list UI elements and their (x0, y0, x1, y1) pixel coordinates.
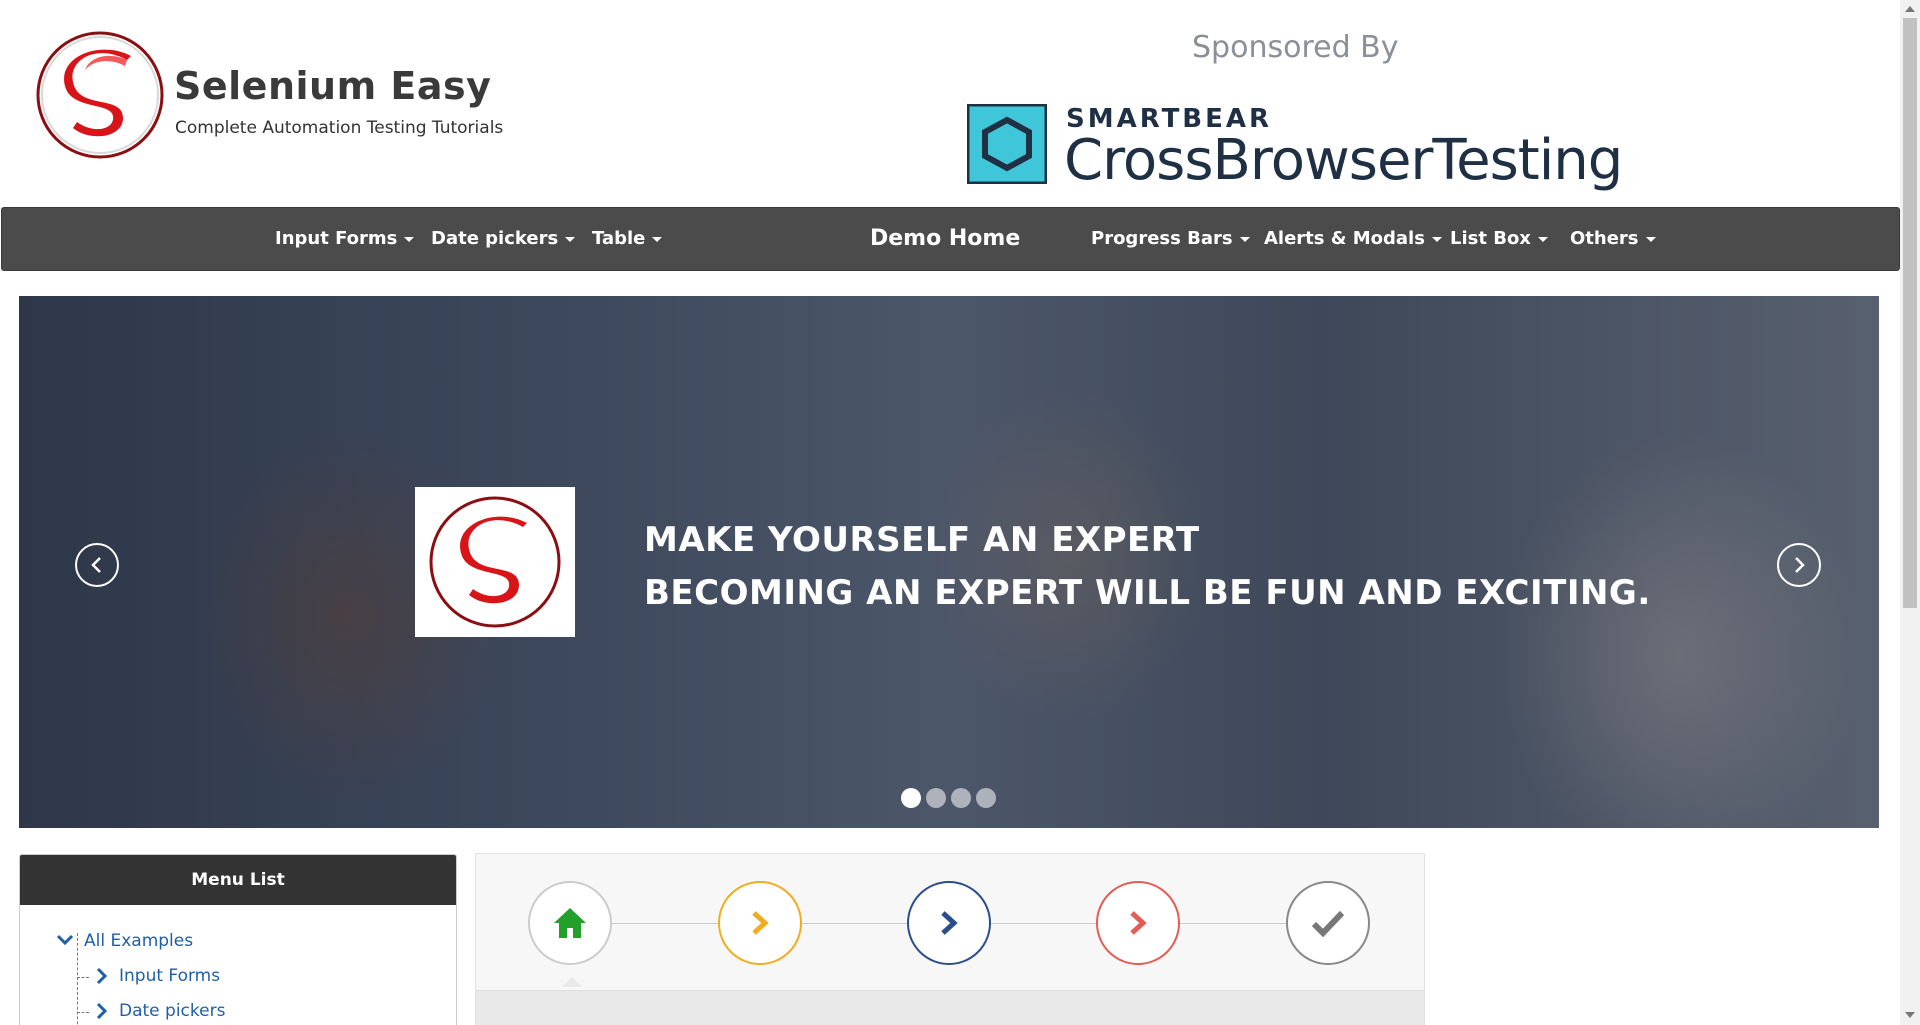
carousel-subheading: BECOMING AN EXPERT WILL BE FUN AND EXCIT… (644, 573, 1651, 613)
wizard-step-3[interactable] (907, 881, 991, 965)
page: Selenium Easy Complete Automation Testin… (0, 0, 1900, 1025)
caret-down-icon (1537, 236, 1548, 242)
sponsor-name[interactable]: CrossBrowserTesting (1064, 128, 1623, 193)
selenium-easy-logo[interactable] (35, 30, 165, 160)
wizard-step-1[interactable] (528, 881, 612, 965)
carousel-indicators (901, 788, 996, 808)
scrollbar-thumb[interactable] (1903, 18, 1917, 608)
nav-label: Input Forms (275, 228, 398, 249)
home-icon (554, 908, 586, 938)
nav-label: Table (592, 228, 646, 249)
menu-item-input-forms[interactable]: Input Forms (119, 966, 220, 986)
caret-down-icon (1239, 236, 1250, 242)
sponsored-by-label: Sponsored By (1192, 30, 1399, 65)
nav-label: Date pickers (431, 228, 559, 249)
carousel-dot-1[interactable] (901, 788, 921, 808)
menu-list-panel: Menu List All Examples Input Forms Date … (19, 854, 457, 1025)
scroll-up-icon[interactable] (1905, 6, 1915, 12)
nav-alerts-modals[interactable]: Alerts & Modals (1264, 208, 1442, 270)
carousel-heading: MAKE YOURSELF AN EXPERT (644, 520, 1200, 560)
nav-label: Alerts & Modals (1264, 228, 1425, 249)
chevron-right-icon (752, 911, 769, 935)
chevron-left-icon (91, 557, 101, 573)
main-navbar: Input Forms Date pickers Table Demo Home… (1, 207, 1900, 271)
brand-title[interactable]: Selenium Easy (174, 64, 491, 108)
chevron-right-icon[interactable] (95, 1002, 109, 1020)
menu-item-date-pickers[interactable]: Date pickers (119, 1001, 225, 1021)
carousel-logo (415, 487, 575, 637)
tree-connector (77, 977, 89, 978)
nav-list-box[interactable]: List Box (1450, 208, 1548, 270)
chevron-right-icon (941, 911, 958, 935)
nav-label: Progress Bars (1091, 228, 1233, 249)
page-scrollbar[interactable] (1900, 0, 1920, 1025)
wizard-step-2[interactable] (718, 881, 802, 965)
caret-down-icon (404, 236, 415, 242)
scroll-down-icon[interactable] (1905, 1012, 1915, 1018)
nav-input-forms[interactable]: Input Forms (275, 208, 415, 270)
carousel-prev-button[interactable] (75, 543, 119, 587)
tree-connector (77, 1012, 89, 1013)
carousel-dot-2[interactable] (926, 788, 946, 808)
chevron-right-icon (1130, 911, 1147, 935)
carousel-dot-3[interactable] (951, 788, 971, 808)
caret-down-icon (1645, 236, 1656, 242)
check-icon (1311, 910, 1345, 937)
chevron-down-icon[interactable] (56, 933, 74, 947)
nav-progress-bars[interactable]: Progress Bars (1091, 208, 1250, 270)
hero-carousel: MAKE YOURSELF AN EXPERT BECOMING AN EXPE… (19, 296, 1879, 828)
carousel-overlay (19, 296, 1879, 828)
step-wizard (475, 853, 1425, 1025)
wizard-content-panel (476, 990, 1424, 1025)
nav-demo-home[interactable]: Demo Home (870, 208, 1020, 270)
nav-label: List Box (1450, 228, 1531, 249)
brand-subtitle: Complete Automation Testing Tutorials (175, 118, 504, 138)
menu-list-title: Menu List (20, 855, 456, 905)
menu-item-all-examples[interactable]: All Examples (84, 931, 193, 951)
caret-down-icon (1431, 236, 1442, 242)
wizard-step-4[interactable] (1096, 881, 1180, 965)
chevron-right-icon (1795, 557, 1805, 573)
caret-down-icon (652, 236, 663, 242)
wizard-active-pointer (562, 977, 582, 987)
caret-down-icon (565, 236, 576, 242)
nav-label: Others (1570, 228, 1639, 249)
wizard-step-5[interactable] (1286, 881, 1370, 965)
carousel-dot-4[interactable] (976, 788, 996, 808)
nav-date-pickers[interactable]: Date pickers (431, 208, 576, 270)
chevron-right-icon[interactable] (95, 967, 109, 985)
carousel-next-button[interactable] (1777, 543, 1821, 587)
nav-others[interactable]: Others (1570, 208, 1656, 270)
nav-table[interactable]: Table (592, 208, 663, 270)
crossbrowsertesting-icon[interactable] (967, 104, 1047, 184)
